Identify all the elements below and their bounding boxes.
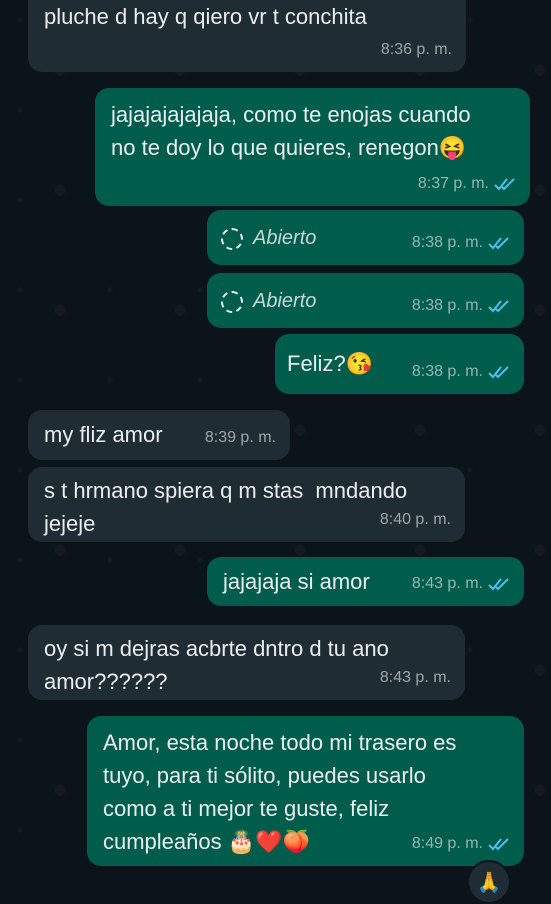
message-bubble-incoming[interactable]: oy si m dejras acbrte dntro d tu ano amo…: [28, 625, 465, 700]
message-text: jajajajajajaja, como te enojas cuando no…: [111, 102, 471, 160]
message-time: 8:39 p. m.: [204, 429, 276, 446]
message-meta: 8:38 p. m.: [412, 289, 510, 322]
view-once-bubble[interactable]: Abierto 8:38 p. m.: [207, 273, 524, 328]
message-time: 8:36 p. m.: [380, 41, 452, 58]
view-once-bubble[interactable]: Abierto 8:38 p. m.: [207, 210, 524, 265]
read-receipt-icon: [488, 299, 509, 312]
message-meta: 8:36 p. m.: [381, 33, 452, 66]
view-once-icon: [221, 227, 243, 250]
message-time: 8:38 p. m.: [411, 297, 483, 314]
view-once-indicator: Abierto: [221, 222, 316, 255]
view-once-label: Abierto: [253, 290, 317, 312]
message-time: 8:40 p. m.: [379, 511, 451, 528]
message-bubble-incoming[interactable]: pluche d hay q qiero vr t conchita 8:36 …: [28, 0, 466, 72]
message-meta: 8:39 p. m.: [205, 421, 276, 454]
view-once-indicator: Abierto: [221, 285, 316, 318]
message-time: 8:49 p. m.: [411, 835, 483, 852]
read-receipt-icon: [488, 365, 509, 378]
emoji: 😝: [438, 135, 467, 160]
message-meta: 8:38 p. m.: [412, 226, 510, 259]
message-meta: 8:49 p. m.: [412, 827, 510, 860]
message-meta: 8:43 p. m.: [380, 661, 451, 694]
message-bubble-incoming[interactable]: my fliz amor 8:39 p. m.: [28, 410, 290, 460]
message-text: Feliz?😘: [287, 351, 374, 376]
message-time: 8:38 p. m.: [411, 234, 483, 251]
message-bubble-outgoing[interactable]: Feliz?😘 8:38 p. m.: [275, 334, 524, 394]
message-meta: 8:37 p. m.: [418, 167, 516, 200]
message-meta: 8:43 p. m.: [412, 567, 510, 600]
message-text: Amor, esta noche todo mi trasero es tuyo…: [103, 730, 457, 854]
read-receipt-icon: [488, 236, 509, 249]
emoji: 🎂❤️🍑: [227, 829, 310, 854]
message-bubble-outgoing[interactable]: jajajaja si amor 8:43 p. m.: [207, 557, 524, 606]
reaction-badge[interactable]: 🙏: [467, 860, 511, 904]
message-bubble-outgoing[interactable]: jajajajajajaja, como te enojas cuando no…: [95, 88, 530, 206]
message-bubble-incoming[interactable]: s t hrmano spiera q m stas mndando jejej…: [28, 467, 465, 542]
message-time: 8:37 p. m.: [417, 175, 489, 192]
message-time: 8:43 p. m.: [379, 669, 451, 686]
message-bubble-outgoing[interactable]: Amor, esta noche todo mi trasero es tuyo…: [87, 716, 524, 866]
message-text: oy si m dejras acbrte dntro d tu ano amo…: [44, 636, 389, 694]
message-text: s t hrmano spiera q m stas mndando jejej…: [44, 478, 408, 536]
emoji: 😘: [345, 351, 374, 376]
view-once-label: Abierto: [253, 227, 317, 249]
message-time: 8:43 p. m.: [411, 575, 483, 592]
message-text: pluche d hay q qiero vr t conchita: [44, 4, 367, 29]
view-once-icon: [221, 290, 243, 313]
read-receipt-icon: [494, 177, 515, 190]
message-text: jajajaja si amor: [223, 569, 370, 594]
read-receipt-icon: [488, 577, 509, 590]
message-meta: 8:40 p. m.: [380, 503, 451, 536]
message-meta: 8:38 p. m.: [412, 355, 510, 388]
message-text: my fliz amor: [44, 422, 163, 447]
message-time: 8:38 p. m.: [411, 363, 483, 380]
read-receipt-icon: [488, 837, 509, 850]
